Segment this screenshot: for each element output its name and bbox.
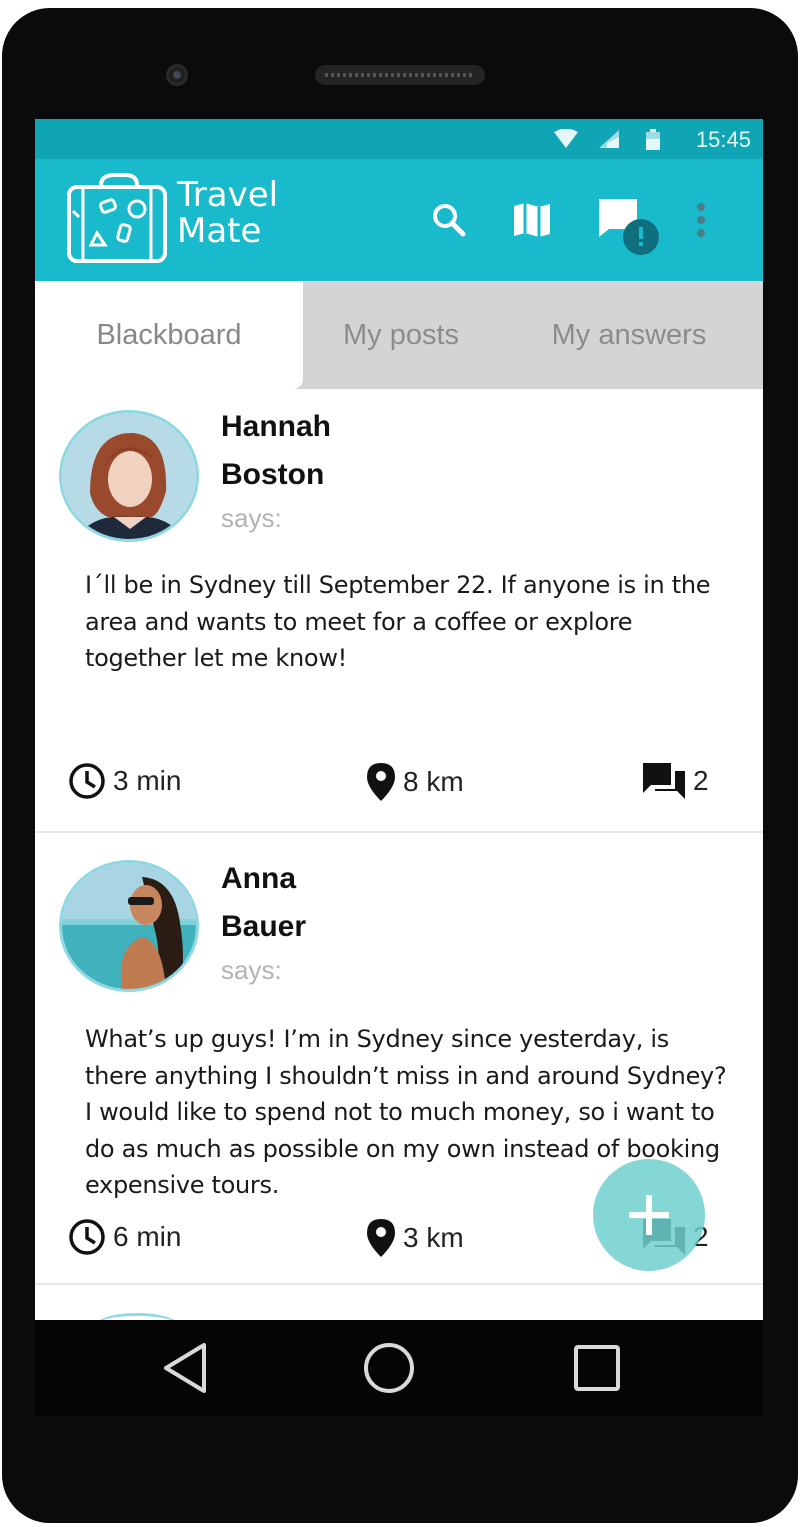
tab-my-answers[interactable]: My answers (525, 281, 733, 389)
system-nav-bar (35, 1320, 763, 1416)
app-name-line1: Travel (177, 175, 279, 215)
author-last-name: Bauer (221, 910, 307, 943)
tab-label: My answers (551, 318, 707, 351)
app-screen: 15:45 Travel Mate Blackboard My posts My… (35, 119, 763, 1320)
new-post-fab[interactable] (593, 1159, 705, 1271)
tab-blackboard[interactable]: Blackboard (35, 281, 303, 389)
post-time: 6 min (67, 1217, 181, 1257)
app-bar: Travel Mate (35, 159, 763, 281)
more-options-button[interactable] (678, 197, 724, 243)
says-label: says: (221, 503, 282, 533)
tab-label: My posts (342, 318, 460, 351)
clock: 15:45 (695, 127, 751, 152)
distance-value: 8 km (403, 766, 464, 797)
post-text: I´ll be in Sydney till September 22. If … (85, 571, 711, 672)
distance-value: 3 km (403, 1222, 464, 1253)
plus-icon (629, 1195, 669, 1235)
location-pin-icon (367, 763, 395, 801)
recents-square-icon (574, 1345, 620, 1391)
answer-count: 2 (693, 765, 709, 796)
author-last-name: Boston (221, 458, 325, 491)
earpiece-speaker (315, 65, 485, 85)
post-time: 3 min (67, 761, 181, 801)
home-circle-icon (364, 1343, 414, 1393)
tab-bar: Blackboard My posts My answers (35, 281, 763, 389)
search-button[interactable] (426, 197, 472, 243)
suitcase-logo-icon (67, 173, 167, 263)
forum-icon (643, 763, 685, 799)
home-button[interactable] (359, 1338, 419, 1398)
time-ago: 6 min (113, 1221, 182, 1252)
author-first-name: Hannah (221, 410, 332, 443)
app-name-line2: Mate (177, 211, 262, 251)
messages-button[interactable] (595, 195, 661, 261)
tab-my-posts[interactable]: My posts (307, 281, 495, 389)
clock-icon (69, 1219, 105, 1255)
front-camera (166, 64, 188, 86)
next-post-avatar (97, 1313, 177, 1320)
post-distance: 8 km (365, 761, 464, 803)
post-distance: 3 km (365, 1217, 464, 1259)
post-card[interactable]: Hannah Boston says: I´ll be in Sydney ti… (35, 389, 763, 833)
post-answers[interactable]: 2 (641, 761, 709, 801)
says-label: says: (221, 955, 282, 985)
time-ago: 3 min (113, 765, 182, 796)
tab-label: Blackboard (96, 318, 242, 351)
avatar (62, 413, 196, 539)
app-name: Travel Mate (177, 177, 278, 249)
status-bar: 15:45 (35, 119, 763, 159)
battery-icon (646, 129, 660, 150)
back-button[interactable] (155, 1338, 215, 1398)
recents-button[interactable] (567, 1338, 627, 1398)
location-pin-icon (367, 1219, 395, 1257)
cellular-signal-icon (599, 130, 619, 148)
map-button[interactable] (509, 197, 555, 243)
back-triangle-icon (164, 1343, 206, 1393)
author-first-name: Anna (221, 862, 296, 895)
more-vert-icon (697, 203, 705, 237)
map-icon (514, 203, 550, 237)
search-icon (433, 204, 466, 237)
avatar (62, 863, 196, 989)
chat-alert-icon (599, 199, 659, 255)
clock-icon (69, 763, 105, 799)
wifi-icon (554, 129, 578, 148)
